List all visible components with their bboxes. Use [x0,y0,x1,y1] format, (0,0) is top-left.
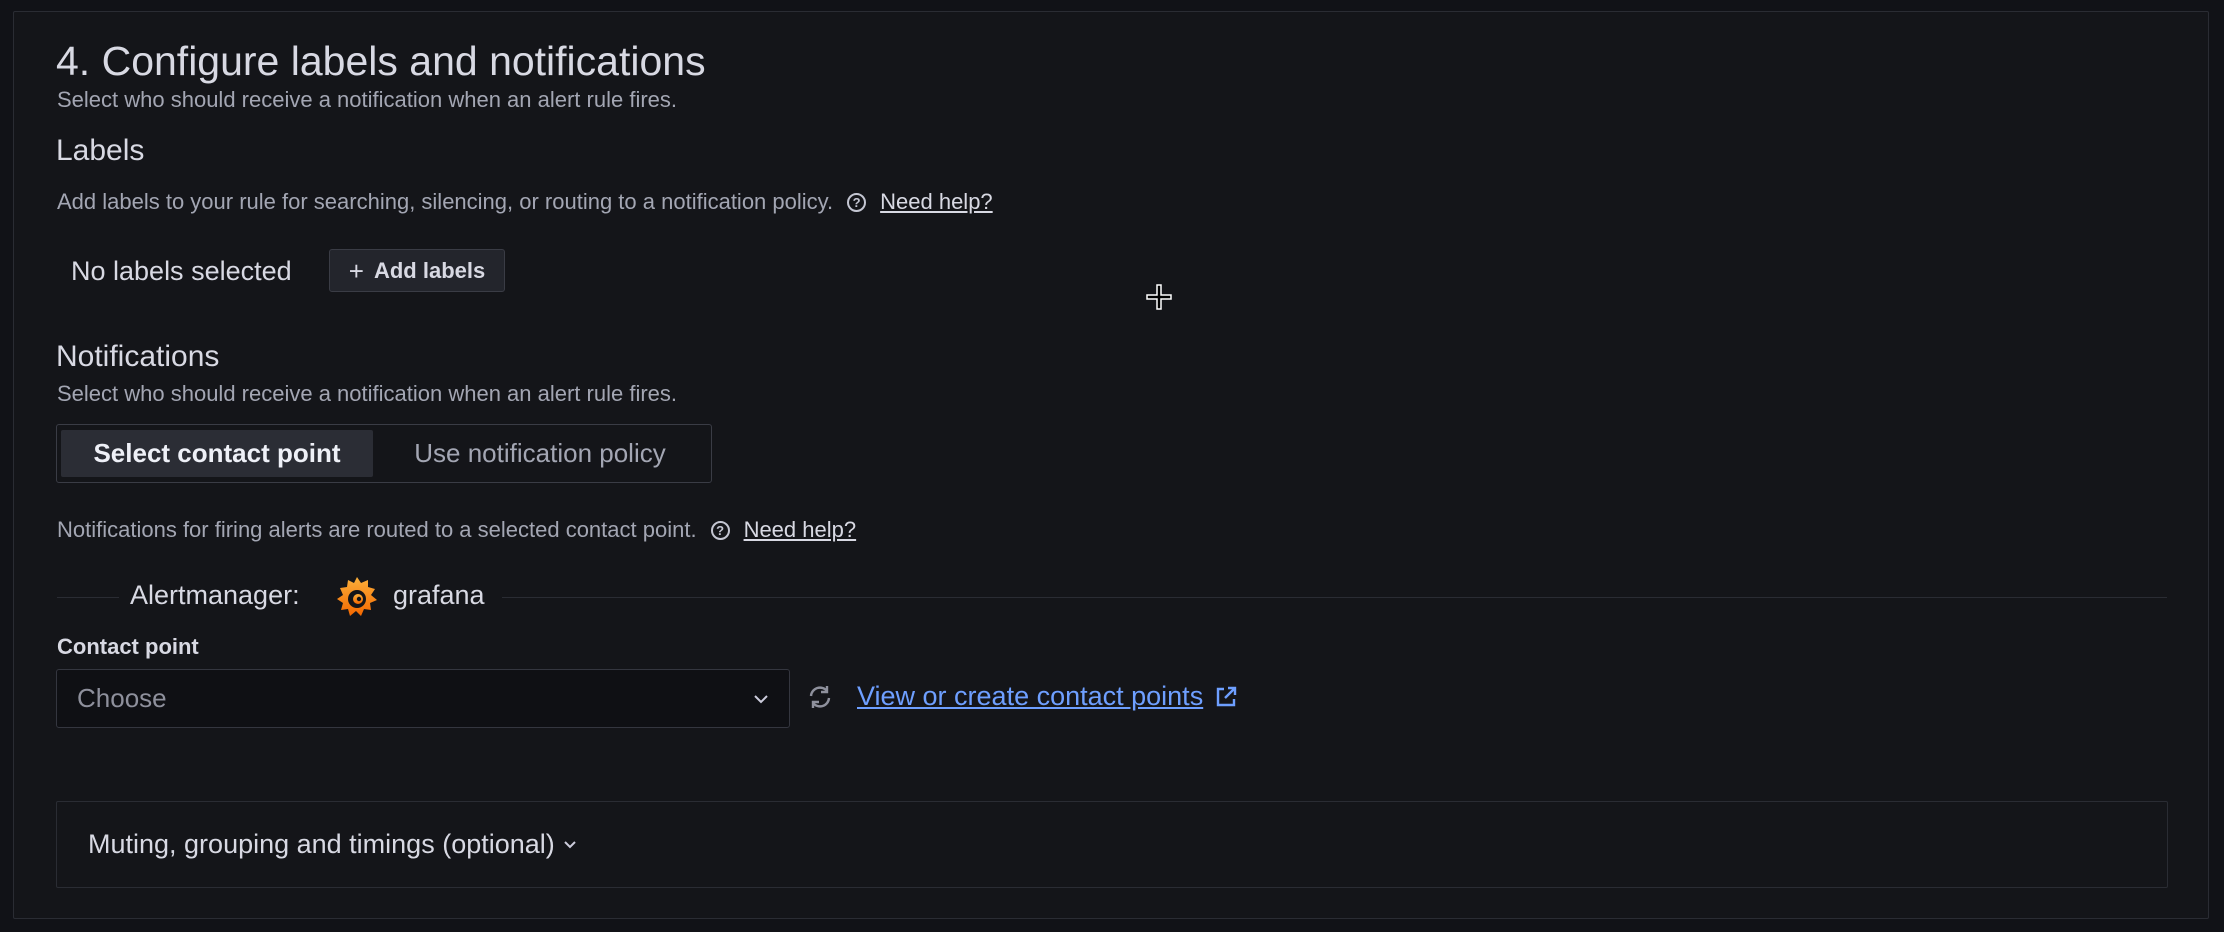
labels-need-help-link[interactable]: Need help? [880,189,993,215]
chevron-down-icon [754,694,768,703]
help-icon: ? [847,192,867,212]
notifications-subtitle: Select who should receive a notification… [57,381,678,406]
muting-grouping-timings-toggle[interactable]: Muting, grouping and timings (optional) [56,801,2168,888]
section-subtitle: Select who should receive a notification… [57,87,678,112]
contact-points-link-row: View or create contact points [857,681,1239,712]
tab-use-notification-policy[interactable]: Use notification policy [373,430,707,477]
notification-mode-toggle: Select contact point Use notification po… [56,424,712,483]
contact-point-select[interactable]: Choose [56,669,790,728]
grafana-logo-icon [337,577,377,616]
view-create-contact-points-link[interactable]: View or create contact points [857,681,1203,712]
external-link-icon [1217,686,1237,706]
add-labels-label: Add labels [373,257,486,283]
labels-heading: Labels [56,134,145,167]
alertmanager-label: Alertmanager: [130,580,300,610]
section-title: 4. Configure labels and notifications [56,38,706,84]
routing-description: Notifications for firing alerts are rout… [57,517,697,542]
routing-description-row: Notifications for firing alerts are rout… [57,517,856,543]
tab-select-contact-point[interactable]: Select contact point [61,430,373,477]
contact-point-placeholder: Choose [77,683,167,713]
alertmanager-value: grafana [393,580,485,610]
muting-grouping-timings-label: Muting, grouping and timings (optional) [88,829,555,859]
plus-icon: + [348,255,364,286]
chevron-down-icon [564,840,576,848]
routing-need-help-link[interactable]: Need help? [744,517,857,543]
divider [502,597,2167,598]
divider [57,597,119,598]
contact-point-label: Contact point [57,634,199,659]
labels-description-row: Add labels to your rule for searching, s… [57,189,993,215]
crosshair-cursor-icon [1146,284,1172,310]
no-labels-text: No labels selected [71,256,292,286]
add-labels-button[interactable]: + Add labels [329,249,505,292]
notifications-heading: Notifications [56,340,220,373]
labels-description: Add labels to your rule for searching, s… [57,189,834,214]
refresh-icon[interactable] [806,683,834,711]
help-icon: ? [710,520,730,540]
